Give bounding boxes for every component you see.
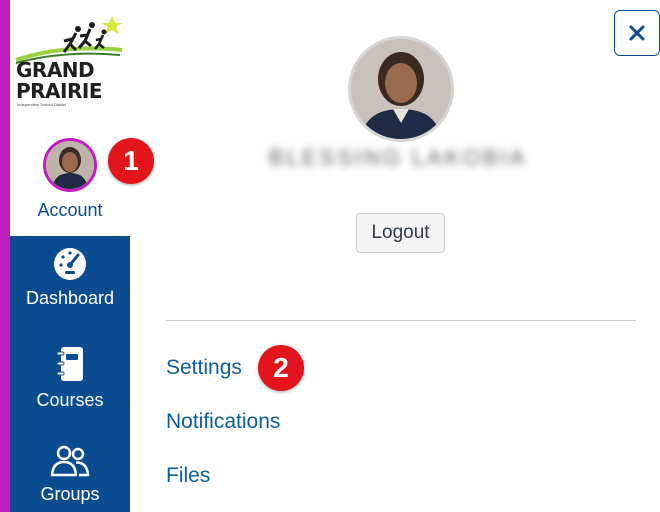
logout-button[interactable]: Logout <box>356 213 445 253</box>
runners-logo-icon <box>15 16 123 64</box>
close-icon <box>629 25 645 41</box>
step-marker-2: 2 <box>258 345 304 391</box>
profile-avatar <box>348 36 454 142</box>
notebook-icon <box>56 347 83 381</box>
files-link[interactable]: Files <box>166 464 210 488</box>
district-logo[interactable]: GRAND PRAIRIE Independent School Distric… <box>14 14 126 114</box>
user-display-name: BLESSING LAKOBIA <box>268 145 528 170</box>
logo-tagline: Independent School District <box>17 102 66 107</box>
tray-divider <box>166 320 636 321</box>
speedometer-icon <box>54 248 86 280</box>
close-tray-button[interactable] <box>614 10 660 56</box>
nav-label-dashboard: Dashboard <box>25 288 115 308</box>
nav-item-groups[interactable]: Groups <box>10 444 130 505</box>
account-avatar <box>43 138 97 192</box>
step-marker-1: 1 <box>108 138 154 184</box>
nav-item-courses[interactable]: Courses <box>10 344 130 411</box>
user-avatar-icon <box>46 141 94 189</box>
notifications-link[interactable]: Notifications <box>166 410 280 434</box>
nav-label-account: Account <box>37 200 103 220</box>
nav-accent-bar <box>0 0 10 512</box>
people-icon <box>50 445 90 477</box>
nav-label-courses: Courses <box>36 390 104 410</box>
nav-item-dashboard[interactable]: Dashboard <box>10 246 130 309</box>
settings-link[interactable]: Settings <box>166 356 242 380</box>
nav-label-groups: Groups <box>40 484 100 504</box>
logo-text-prairie: PRAIRIE <box>16 79 102 103</box>
user-photo-icon <box>351 39 451 139</box>
